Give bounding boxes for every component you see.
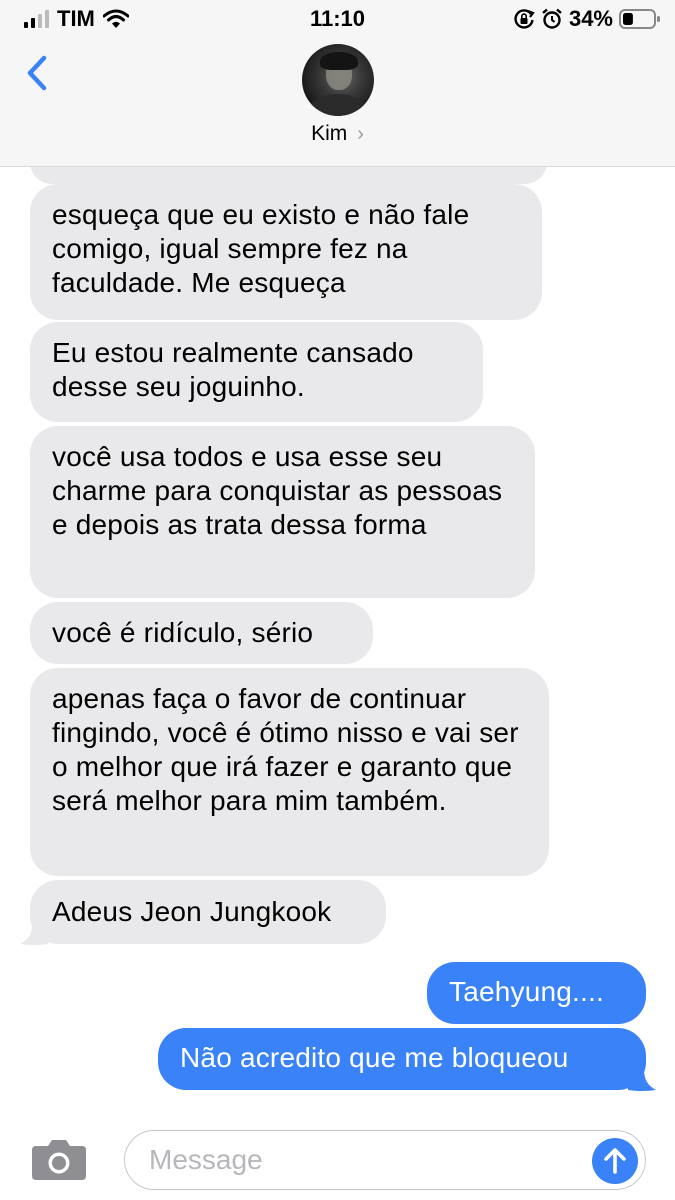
outgoing-message[interactable]: Não acredito que me bloqueou: [158, 1028, 646, 1090]
contact-name: Kim: [311, 122, 348, 145]
incoming-message[interactable]: apenas faça o favor de continuar fingind…: [30, 668, 549, 876]
incoming-bubble-tail: [20, 926, 48, 945]
contact-name-button[interactable]: Kim ›: [0, 122, 675, 146]
incoming-message[interactable]: Adeus Jeon Jungkook: [30, 880, 386, 944]
message-text: Taehyung....: [449, 976, 604, 1007]
camera-icon[interactable]: [30, 1136, 88, 1182]
message-input-placeholder: Message: [149, 1144, 263, 1175]
rotation-lock-icon: [514, 9, 535, 29]
incoming-message[interactable]: você é ridículo, sério: [30, 602, 373, 664]
send-arrow-icon: [604, 1148, 626, 1174]
outgoing-message[interactable]: Taehyung....: [427, 962, 646, 1024]
message-text: apenas faça o favor de continuar fingind…: [52, 683, 519, 816]
battery-icon: [619, 9, 660, 29]
incoming-message[interactable]: esqueça que eu existo e não fale comigo,…: [30, 184, 542, 320]
message-text: você é ridículo, sério: [52, 617, 314, 648]
avatar[interactable]: [302, 44, 374, 116]
incoming-message[interactable]: Eu estou realmente cansado desse seu jog…: [30, 322, 483, 422]
alarm-icon: [542, 8, 562, 29]
battery-percent: 34%: [568, 6, 613, 31]
send-button[interactable]: [592, 1138, 638, 1184]
incoming-message[interactable]: você usa todos e usa esse seu charme par…: [30, 426, 535, 598]
message-text: esqueça que eu existo e não fale comigo,…: [52, 199, 470, 298]
status-bar: TIM 11:10 34%: [0, 0, 675, 40]
message-text: Adeus Jeon Jungkook: [52, 896, 332, 927]
conversation-header: TIM 11:10 34% Kim ›: [0, 0, 675, 167]
message-thread[interactable]: esqueça que eu existo e não fale comigo,…: [0, 0, 675, 1120]
message-input[interactable]: Message: [124, 1130, 646, 1190]
message-text: Eu estou realmente cansado desse seu jog…: [52, 337, 414, 402]
message-text: você usa todos e usa esse seu charme par…: [52, 441, 503, 540]
back-chevron-icon[interactable]: [18, 50, 58, 96]
chevron-right-icon: ›: [357, 123, 364, 145]
outgoing-bubble-tail: [628, 1070, 656, 1091]
message-text: Não acredito que me bloqueou: [180, 1042, 569, 1073]
